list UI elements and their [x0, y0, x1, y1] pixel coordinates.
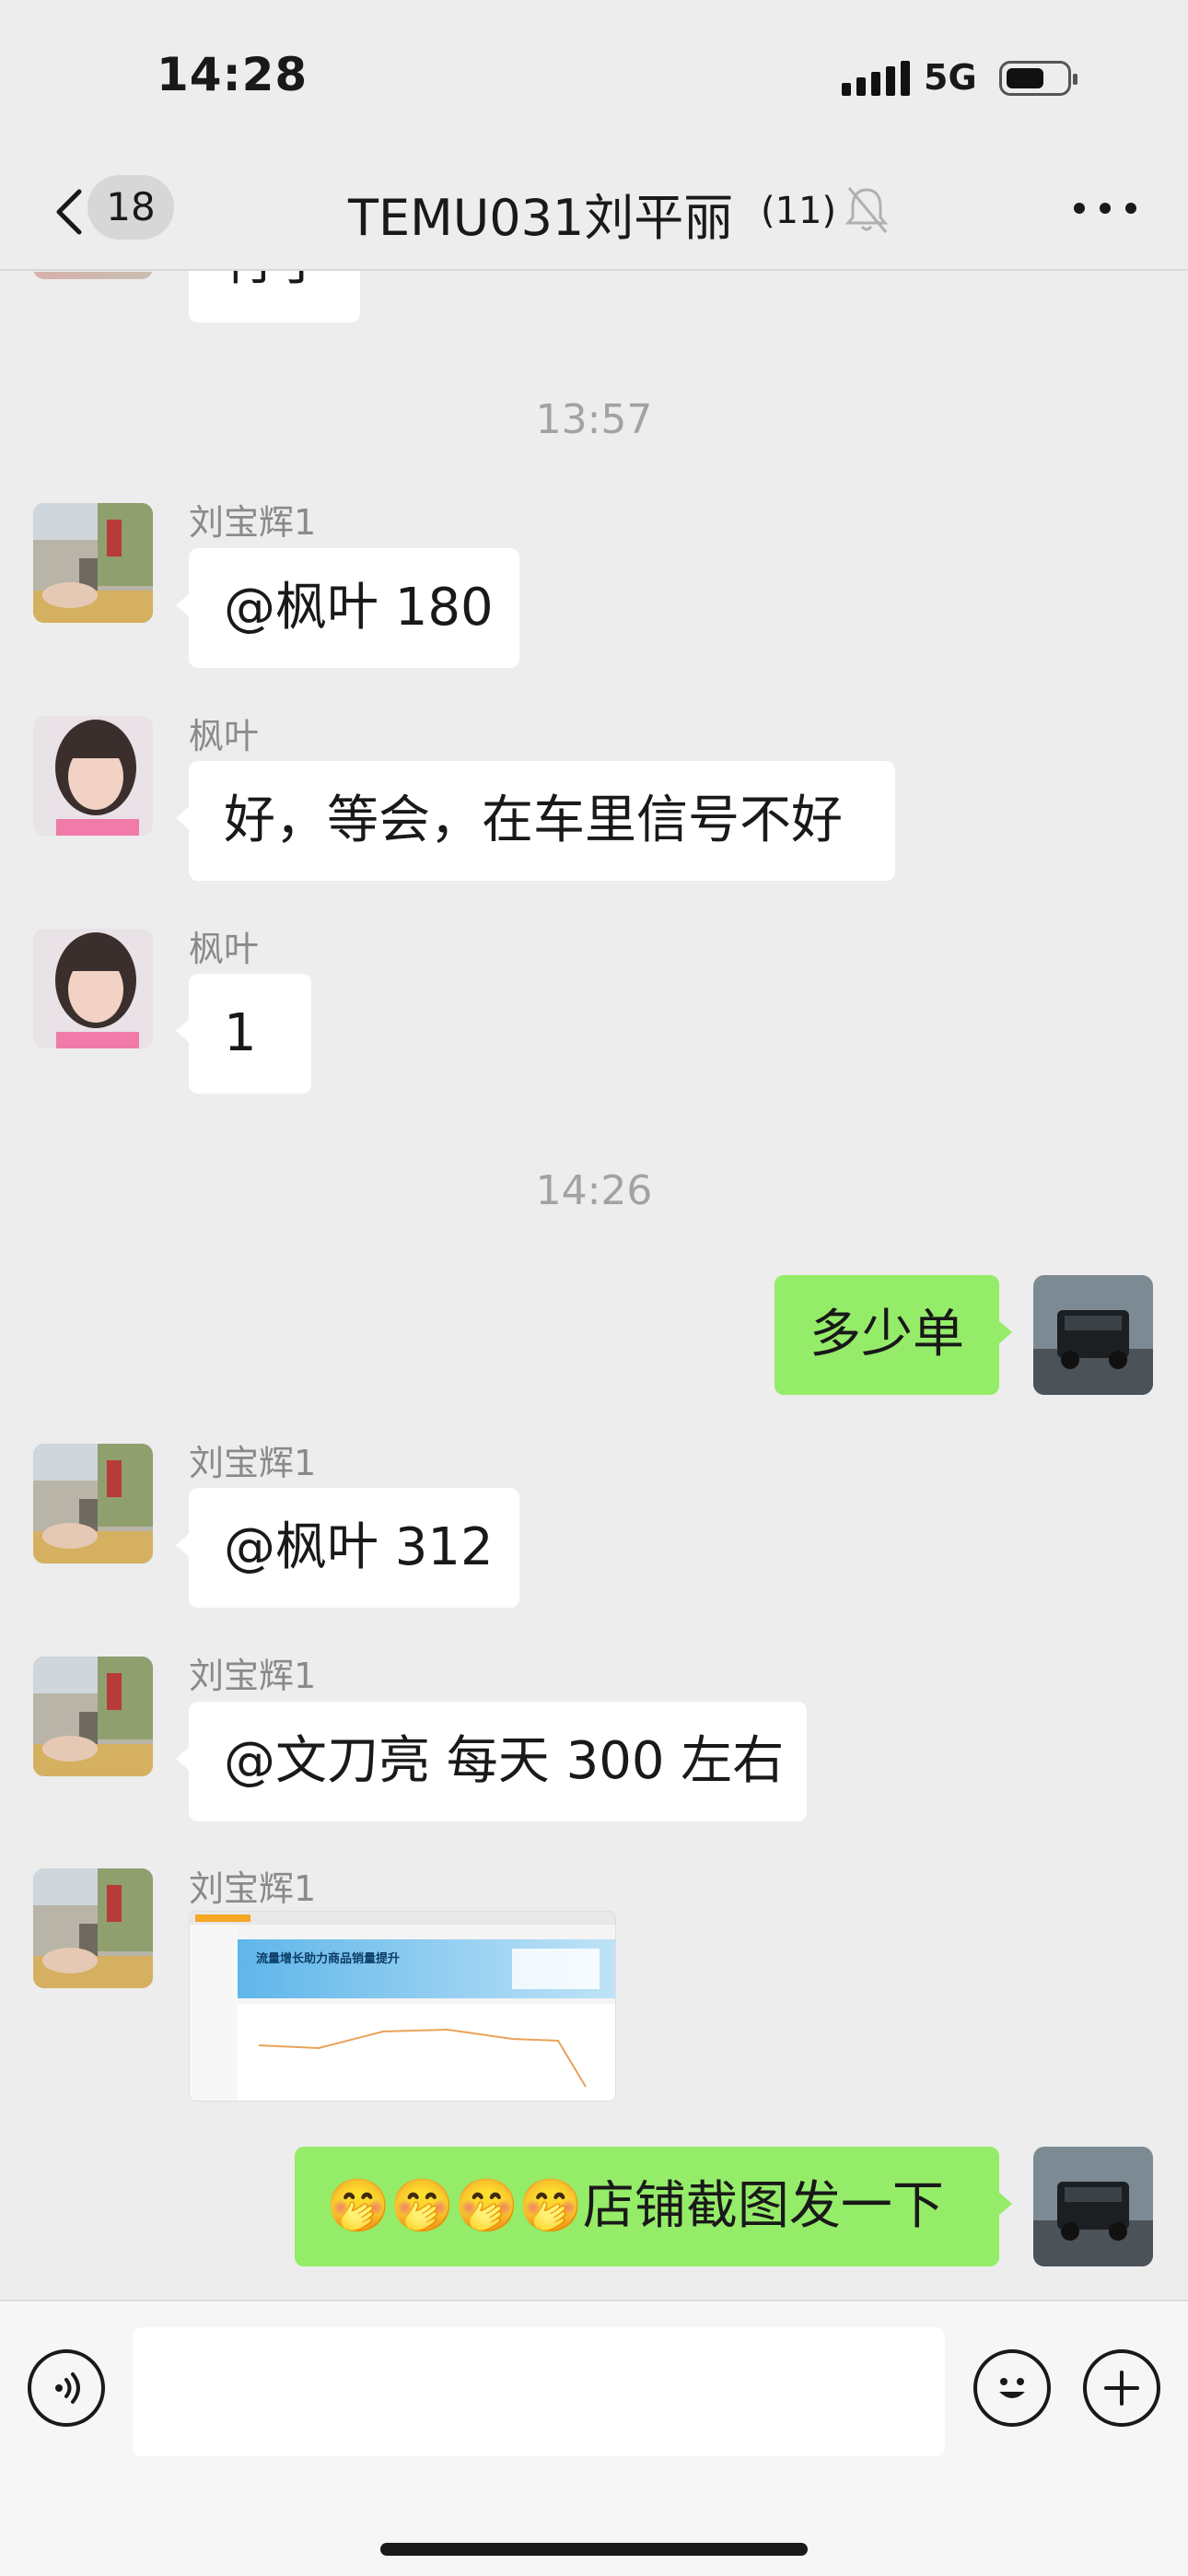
battery-icon	[999, 61, 1077, 96]
status-time: 14:28	[157, 48, 309, 101]
voice-icon[interactable]	[28, 2349, 105, 2427]
more-dots-icon[interactable]	[1068, 190, 1142, 227]
sender-name: 刘宝辉1	[189, 1656, 317, 1696]
message-bubble[interactable]: @文刀亮 每天 300 左右	[176, 1702, 807, 1821]
avatar-liu-baohui[interactable]	[33, 1444, 153, 1563]
message-bubble-outgoing[interactable]: 🤭🤭🤭🤭店铺截图发一下	[295, 2147, 1012, 2266]
message-timestamp: 13:57	[535, 396, 653, 443]
message-bubble[interactable]: @枫叶 312	[176, 1488, 519, 1608]
cellular-signal-icon	[842, 61, 910, 96]
image-message-thumbnail[interactable]: 流量增长助力商品销量提升	[189, 1911, 616, 2102]
image-caption: 流量增长助力商品销量提升	[256, 1952, 401, 1966]
avatar-fengye[interactable]	[33, 929, 153, 1048]
avatar-liu-baohui[interactable]	[33, 1868, 153, 1988]
network-type: 5G	[924, 57, 977, 98]
status-bar: 14:28 5G	[0, 0, 1188, 157]
plus-circle-icon[interactable]	[1083, 2349, 1160, 2427]
sender-name: 刘宝辉1	[189, 502, 317, 543]
avatar-self[interactable]	[1033, 1275, 1153, 1395]
member-count: (11)	[761, 190, 837, 232]
sender-name: 枫叶	[189, 929, 260, 969]
message-input[interactable]	[133, 2327, 945, 2456]
chat-header: 18 TEMU031刘平丽 (11)	[0, 157, 1188, 271]
message-bubble[interactable]: 1	[176, 974, 311, 1094]
sender-name: 刘宝辉1	[189, 1443, 317, 1483]
message-bubble-outgoing[interactable]: 多少单	[775, 1275, 1012, 1395]
avatar-liu-baohui[interactable]	[33, 1657, 153, 1776]
emoji-icon[interactable]	[973, 2349, 1051, 2427]
chat-area[interactable]: 行了 13:57 刘宝辉1 @枫叶 180 枫叶 好，等会，在车里信号不好	[0, 0, 1188, 2300]
home-indicator[interactable]	[380, 2543, 808, 2556]
unread-count-badge[interactable]: 18	[87, 175, 174, 240]
bell-slash-icon	[844, 187, 889, 233]
sender-name: 刘宝辉1	[189, 1868, 317, 1909]
avatar-self[interactable]	[1033, 2147, 1153, 2266]
sender-name: 枫叶	[189, 716, 260, 756]
message-timestamp: 14:26	[535, 1167, 653, 1214]
message-bubble[interactable]: 好，等会，在车里信号不好	[176, 761, 895, 881]
chat-title[interactable]: TEMU031刘平丽	[348, 177, 733, 250]
message-bubble[interactable]: @枫叶 180	[176, 548, 519, 668]
avatar-fengye[interactable]	[33, 716, 153, 836]
avatar-liu-baohui[interactable]	[33, 503, 153, 623]
input-bar	[0, 2300, 1188, 2576]
